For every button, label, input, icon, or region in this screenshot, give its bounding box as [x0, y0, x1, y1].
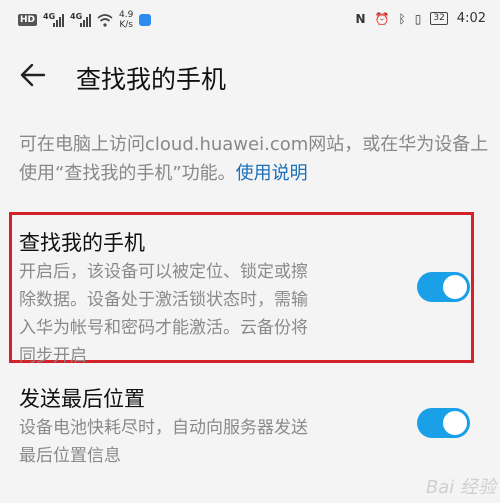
desc-line: 设备电池快耗尽时，自动向服务器发送 — [19, 418, 308, 438]
speed-value: 4.9 — [119, 10, 134, 20]
signal-icon: 4G — [43, 11, 65, 27]
description: 可在电脑上访问cloud.huawei.com网站，或在华为设备上使用“查找我的… — [19, 130, 489, 188]
clock: 4:02 — [456, 11, 486, 26]
vibrate-icon: ▯ — [414, 11, 422, 26]
signal-icon-2: 4G — [70, 11, 92, 27]
find-my-phone-toggle[interactable] — [417, 272, 470, 302]
page-title: 查找我的手机 — [76, 65, 227, 94]
wifi-icon — [97, 13, 113, 27]
watermark: Bai 经验 — [425, 477, 496, 498]
send-last-location-desc: 设备电池快耗尽时，自动向服务器发送 最后位置信息 — [19, 414, 399, 470]
speed-unit: K/s — [119, 20, 133, 30]
toggle-knob — [443, 411, 467, 435]
nfc-icon: N — [355, 11, 366, 26]
desc-line: 最后位置信息 — [19, 446, 121, 466]
bluetooth-icon: ᛒ — [398, 11, 406, 26]
send-last-location-toggle[interactable] — [417, 408, 470, 438]
network-type-2: 4G — [70, 11, 83, 21]
help-link[interactable]: 使用说明 — [236, 163, 308, 184]
find-my-phone-desc: 开启后，该设备可以被定位、锁定或擦 除数据。设备处于激活锁状态时，需输 入华为帐… — [19, 258, 399, 370]
network-type-1: 4G — [43, 11, 56, 21]
desc-line: 入华为帐号和密码才能激活。云备份将 — [19, 318, 308, 338]
desc-line: 除数据。设备处于激活锁状态时，需输 — [19, 290, 308, 310]
battery-icon: 32 — [430, 12, 448, 25]
network-speed: 4.9 K/s — [119, 10, 133, 30]
alarm-icon: ⏰ — [374, 11, 390, 26]
toggle-knob — [443, 275, 467, 299]
status-left: HD 4G 4G 4.9 K/s — [18, 10, 152, 30]
send-last-location-title: 发送最后位置 — [19, 387, 145, 411]
app-notification-icon — [139, 14, 152, 26]
status-bar: HD 4G 4G 4.9 K/s N ⏰ ᛒ ▯ 32 4:02 — [0, 0, 500, 40]
desc-line: 开启后，该设备可以被定位、锁定或擦 — [19, 262, 308, 282]
desc-line: 同步开启 — [19, 346, 87, 366]
status-right: N ⏰ ᛒ ▯ 32 4:02 — [356, 11, 486, 26]
hd-badge: HD — [18, 14, 38, 26]
header: 查找我的手机 — [0, 44, 500, 110]
back-arrow-icon[interactable] — [18, 60, 48, 90]
find-my-phone-title: 查找我的手机 — [19, 231, 145, 255]
